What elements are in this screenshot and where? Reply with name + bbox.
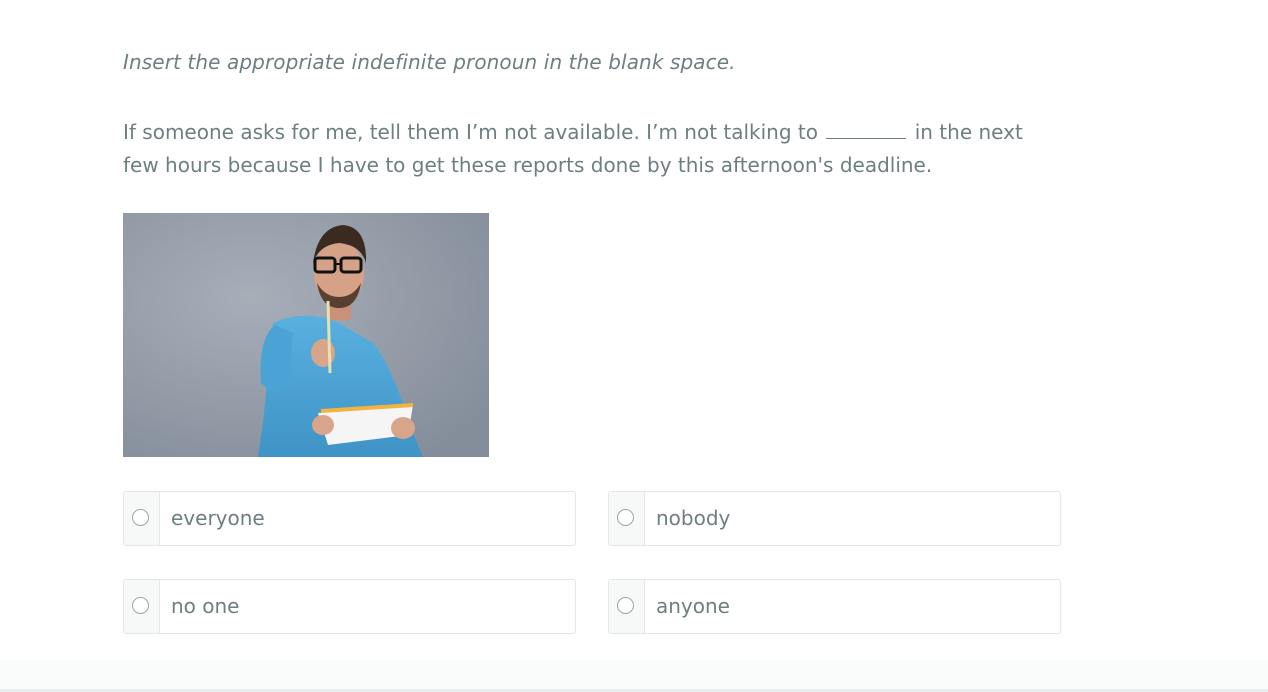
option-label: anyone	[656, 594, 730, 618]
option-no-one[interactable]: no one	[123, 579, 576, 634]
radio-cell	[609, 580, 645, 633]
question-photo	[123, 213, 489, 457]
radio-button[interactable]	[132, 509, 149, 526]
instruction-text: Insert the appropriate indefinite pronou…	[123, 50, 736, 74]
radio-cell	[124, 492, 160, 545]
radio-button[interactable]	[617, 597, 634, 614]
radio-button[interactable]	[617, 509, 634, 526]
option-label: everyone	[171, 506, 265, 530]
question-text: If someone asks for me, tell them I’m no…	[123, 116, 1063, 182]
bottom-bar	[0, 660, 1268, 692]
option-anyone[interactable]: anyone	[608, 579, 1061, 634]
radio-cell	[609, 492, 645, 545]
quiz-page: Insert the appropriate indefinite pronou…	[0, 0, 1268, 692]
option-label: no one	[171, 594, 240, 618]
man-thinking-photo-icon	[123, 213, 489, 457]
blank-space	[826, 120, 907, 139]
option-everyone[interactable]: everyone	[123, 491, 576, 546]
radio-cell	[124, 580, 160, 633]
option-nobody[interactable]: nobody	[608, 491, 1061, 546]
question-before-blank: If someone asks for me, tell them I’m no…	[123, 120, 818, 144]
radio-button[interactable]	[132, 597, 149, 614]
option-label: nobody	[656, 506, 731, 530]
